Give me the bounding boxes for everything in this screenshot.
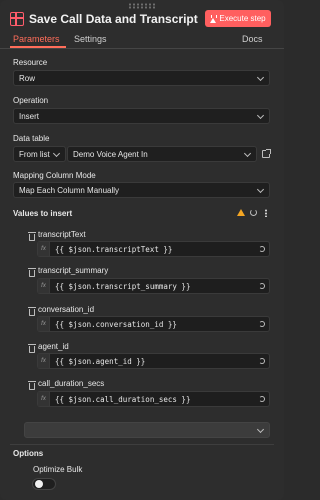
trash-icon[interactable] <box>28 307 36 316</box>
fx-badge: fx <box>38 392 50 406</box>
trash-icon[interactable] <box>28 381 36 390</box>
column-name: conversation_id <box>38 305 95 314</box>
link-icon[interactable] <box>259 246 265 252</box>
panel-header: Save Call Data and Transcript Execute st… <box>0 9 284 31</box>
operation-value: Insert <box>19 111 40 121</box>
fx-badge: fx <box>38 279 50 293</box>
link-icon[interactable] <box>259 321 265 327</box>
active-tab-indicator <box>10 46 66 48</box>
expression-value: {{ $json.call_duration_secs }} <box>55 395 191 404</box>
options-title: Options <box>13 449 44 458</box>
chevron-down-icon <box>256 73 265 82</box>
warning-icon[interactable] <box>237 209 245 216</box>
operation-label: Operation <box>13 96 49 105</box>
column-name: transcriptText <box>38 230 86 239</box>
link-icon[interactable] <box>259 358 265 364</box>
tab-parameters[interactable]: Parameters <box>13 34 60 44</box>
add-column-select[interactable] <box>24 422 270 438</box>
expression-value: {{ $json.transcriptText }} <box>55 245 173 254</box>
optimize-bulk-label: Optimize Bulk <box>33 465 83 474</box>
flask-icon <box>210 14 218 23</box>
trash-icon[interactable] <box>28 344 36 353</box>
column-name: agent_id <box>38 342 69 351</box>
trash-icon[interactable] <box>28 232 36 241</box>
values-section-title: Values to insert <box>13 209 73 218</box>
chevron-down-icon <box>52 149 61 158</box>
expression-value: {{ $json.transcript_summary }} <box>55 282 191 291</box>
resource-label: Resource <box>13 58 48 67</box>
fx-badge: fx <box>38 354 50 368</box>
mapping-mode-label: Mapping Column Mode <box>13 171 96 180</box>
tab-settings[interactable]: Settings <box>74 34 107 44</box>
expression-input[interactable]: fx {{ $json.call_duration_secs }} <box>37 391 270 407</box>
expression-input[interactable]: fx {{ $json.conversation_id }} <box>37 316 270 332</box>
fx-badge: fx <box>38 242 50 256</box>
chevron-down-icon <box>256 425 265 434</box>
kebab-icon[interactable] <box>265 209 267 217</box>
data-table-value: Demo Voice Agent In <box>73 149 148 159</box>
chevron-down-icon <box>256 111 265 120</box>
expression-input[interactable]: fx {{ $json.transcriptText }} <box>37 241 270 257</box>
data-table-select[interactable]: Demo Voice Agent In <box>67 146 257 162</box>
toggle-knob <box>35 480 43 488</box>
external-link-icon[interactable] <box>262 149 271 158</box>
chevron-down-icon <box>256 185 265 194</box>
column-name: transcript_summary <box>38 266 109 275</box>
resource-select[interactable]: Row <box>13 70 270 86</box>
link-icon[interactable] <box>259 283 265 289</box>
data-table-mode-select[interactable]: From list <box>13 146 66 162</box>
data-table-mode-value: From list <box>19 149 50 159</box>
column-name: call_duration_secs <box>38 379 105 388</box>
expression-value: {{ $json.conversation_id }} <box>55 320 177 329</box>
link-icon[interactable] <box>259 396 265 402</box>
mapping-mode-value: Map Each Column Manually <box>19 185 120 195</box>
node-panel: Save Call Data and Transcript Execute st… <box>0 0 284 500</box>
docs-link[interactable]: Docs <box>242 34 263 44</box>
refresh-icon[interactable] <box>250 209 257 216</box>
table-icon <box>10 12 24 26</box>
expression-input[interactable]: fx {{ $json.transcript_summary }} <box>37 278 270 294</box>
resource-value: Row <box>19 73 36 83</box>
trash-icon[interactable] <box>28 268 36 277</box>
node-title[interactable]: Save Call Data and Transcript <box>29 12 198 26</box>
operation-select[interactable]: Insert <box>13 108 270 124</box>
mapping-mode-select[interactable]: Map Each Column Manually <box>13 182 270 198</box>
tab-bar: Parameters Settings Docs <box>0 31 284 49</box>
optimize-bulk-toggle[interactable] <box>32 478 56 490</box>
fx-badge: fx <box>38 317 50 331</box>
execute-step-button[interactable]: Execute step <box>205 10 271 27</box>
expression-value: {{ $json.agent_id }} <box>55 357 146 366</box>
execute-step-label: Execute step <box>219 14 266 23</box>
data-table-label: Data table <box>13 134 50 143</box>
expression-input[interactable]: fx {{ $json.agent_id }} <box>37 353 270 369</box>
chevron-down-icon <box>243 149 252 158</box>
section-divider <box>10 444 274 445</box>
